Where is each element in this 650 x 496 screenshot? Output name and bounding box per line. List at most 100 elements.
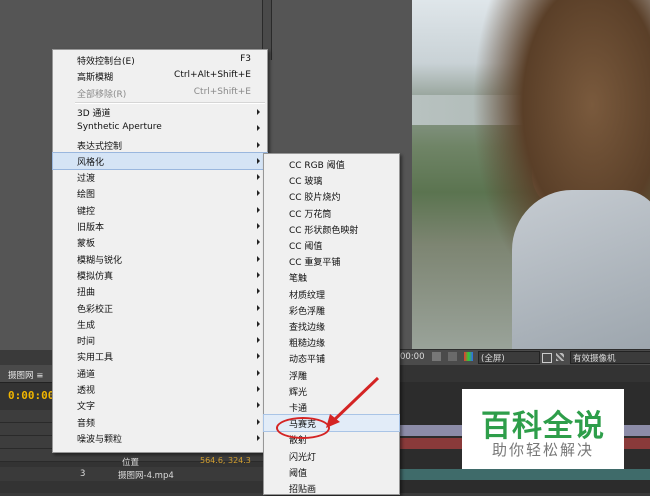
menu-item[interactable]: 扭曲 (53, 283, 267, 299)
menu-item[interactable]: 通道 (53, 365, 267, 381)
menu-item[interactable]: 模糊与锐化 (53, 251, 267, 267)
menu-item[interactable]: 实用工具 (53, 348, 267, 364)
submenu-item[interactable]: CC 胶片烧灼 (264, 188, 399, 204)
submenu-arrow-icon (257, 434, 260, 441)
menu-item[interactable]: Synthetic Aperture (53, 120, 267, 136)
menu-item-label: 蒙板 (77, 239, 96, 250)
region-icon[interactable] (542, 353, 552, 363)
viewer-timecode[interactable]: 00:00 (400, 352, 425, 362)
submenu-item[interactable]: 招贴画 (264, 480, 399, 496)
submenu-item[interactable]: 查找边缘 (264, 318, 399, 334)
menu-item-shortcut: Ctrl+Shift+E (193, 86, 251, 97)
submenu-item[interactable]: 动态平铺 (264, 350, 399, 366)
submenu-arrow-icon (257, 255, 260, 262)
menu-item-label: 键控 (77, 206, 96, 217)
menu-item[interactable]: 键控 (53, 202, 267, 218)
submenu-arrow-icon (257, 239, 260, 246)
menu-item[interactable]: 特效控制台(E) F3 (53, 52, 267, 68)
submenu-item-label: 闪光灯 (289, 452, 317, 463)
menu-item-label: 绘图 (77, 190, 96, 201)
menu-item[interactable]: 色彩校正 (53, 300, 267, 316)
submenu-item[interactable]: 材质纹理 (264, 286, 399, 302)
timeline-tab[interactable]: 摄图网 ≡ (8, 369, 43, 381)
channel-icon[interactable] (448, 352, 457, 361)
menu-item-label: 噪波与颗粒 (77, 434, 123, 445)
submenu-item[interactable]: 阈值 (264, 464, 399, 480)
menu-item-label: Synthetic Aperture (77, 122, 162, 133)
menu-item[interactable]: 蒙板 (53, 234, 267, 250)
submenu-arrow-icon (257, 386, 260, 392)
transparency-grid-icon[interactable] (556, 353, 564, 361)
effects-context-menu: 特效控制台(E) F3 高斯模糊 Ctrl+Alt+Shift+E 全部移除(R) Ctr… (52, 49, 268, 453)
menu-item[interactable]: 过渡 (53, 169, 267, 185)
timeline-timecode[interactable]: 0:00:00 (8, 389, 54, 402)
submenu-item[interactable]: CC 玻璃 (264, 172, 399, 188)
menu-item-label: 色彩校正 (77, 304, 114, 315)
watermark-logo: 百科全说 助你轻松解决 (462, 389, 624, 469)
layer-number: 3 (80, 469, 86, 479)
submenu-item[interactable]: CC 重复平铺 (264, 253, 399, 269)
submenu-arrow-icon (257, 337, 260, 344)
menu-item-label: 过渡 (77, 174, 96, 185)
menu-item[interactable]: 生成 (53, 316, 267, 332)
position-property-value[interactable]: 564.6, 324.3 (200, 456, 251, 465)
resolution-dropdown[interactable]: (全屏) (478, 351, 540, 364)
submenu-item-label: 浮雕 (289, 371, 308, 382)
submenu-item[interactable]: 笔触 (264, 269, 399, 285)
menu-item-shortcut: Ctrl+Alt+Shift+E (174, 70, 251, 81)
submenu-item[interactable]: CC 阈值 (264, 237, 399, 253)
submenu-item-label: CC 玻璃 (289, 177, 323, 188)
submenu-item-label: 粗糙边缘 (289, 339, 326, 350)
layer-name[interactable]: 摄图网-4.mp4 (118, 469, 174, 481)
submenu-item[interactable]: CC RGB 阈值 (264, 156, 399, 172)
menu-item-label: 全部移除(R) (77, 89, 127, 100)
camera-dropdown[interactable]: 有效摄像机 (570, 351, 650, 364)
menu-item-label: 音频 (77, 418, 96, 429)
submenu-item[interactable]: 闪光灯 (264, 448, 399, 464)
submenu-arrow-icon (257, 125, 260, 132)
submenu-item[interactable]: 粗糙边缘 (264, 334, 399, 350)
menu-item[interactable]: 文字 (53, 397, 267, 413)
composition-viewer[interactable] (412, 0, 650, 350)
menu-item[interactable]: 噪波与颗粒 (53, 430, 267, 446)
menu-item-label: 表达式控制 (77, 141, 123, 152)
submenu-item-label: CC 阈值 (289, 242, 323, 252)
submenu-item-label: 笔触 (289, 274, 308, 285)
menu-item-label: 扭曲 (77, 288, 96, 299)
menu-item[interactable]: 表达式控制 (53, 137, 267, 153)
submenu-item-label: 卡通 (289, 404, 308, 414)
menu-item[interactable]: 绘图 (53, 185, 267, 201)
viewer-toolbar: 00:00 (全屏) 有效摄像机 (398, 349, 650, 366)
submenu-item-label: 辉光 (289, 387, 308, 398)
color-channel-icon[interactable] (464, 352, 473, 361)
menu-item-label: 风格化 (77, 157, 105, 168)
menu-item[interactable]: 旧版本 (53, 218, 267, 234)
submenu-item[interactable]: CC 万花筒 (264, 205, 399, 221)
menu-item[interactable]: 音频 (53, 414, 267, 430)
submenu-arrow-icon (257, 206, 260, 213)
menu-item[interactable]: 3D 通道 (53, 104, 267, 120)
menu-item[interactable]: 透视 (53, 381, 267, 397)
menu-item[interactable]: 高斯模糊 Ctrl+Alt+Shift+E (53, 68, 267, 84)
submenu-arrow-icon (257, 418, 260, 425)
submenu-item[interactable]: 彩色浮雕 (264, 302, 399, 318)
submenu-item-label: 彩色浮雕 (289, 306, 326, 317)
menu-item-label: 实用工具 (77, 353, 114, 364)
menu-item-label: 生成 (77, 320, 96, 331)
menu-item[interactable]: 时间 (53, 332, 267, 348)
snapshot-icon[interactable] (432, 352, 441, 361)
submenu-item[interactable]: CC 形状颜色映射 (264, 221, 399, 237)
menu-item-shortcut: F3 (240, 54, 251, 64)
menu-item[interactable]: 风格化 (52, 151, 268, 171)
menu-item-label: 特效控制台(E) (77, 57, 135, 67)
video-subject-sweater (512, 190, 650, 350)
menu-item-label: 时间 (77, 337, 96, 348)
submenu-arrow-icon (257, 304, 260, 311)
menu-item[interactable]: 模拟仿真 (53, 267, 267, 283)
track-bar[interactable] (398, 469, 650, 480)
submenu-item-label: 阈值 (289, 468, 308, 479)
submenu-arrow-icon (257, 190, 260, 197)
stylize-submenu: CC RGB 阈值 CC 玻璃 CC 胶片烧灼 CC 万花筒 CC 形状颜色映射 CC 阈… (263, 153, 400, 495)
submenu-item-label: CC 万花筒 (289, 209, 332, 220)
menu-item-label: 通道 (77, 369, 96, 380)
